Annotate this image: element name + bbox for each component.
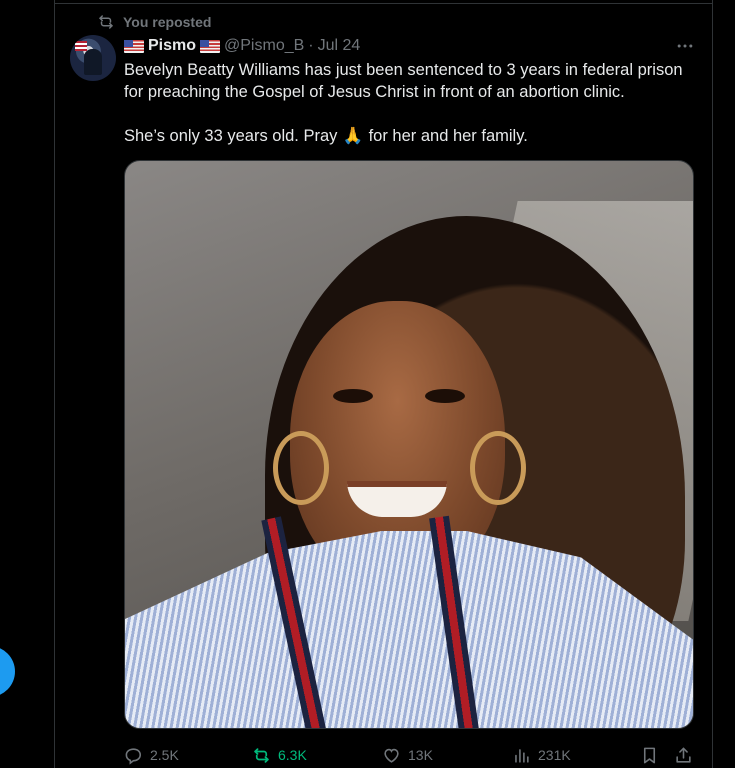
like-icon (384, 748, 399, 763)
like-count: 13K (408, 747, 433, 763)
reply-icon (125, 747, 142, 765)
avatar-flag (75, 41, 87, 51)
photo-earring-left (273, 431, 329, 505)
repost-icon (254, 747, 269, 763)
timeline-right-border (712, 0, 713, 768)
tweet-text: Bevelyn Beatty Williams has just been se… (124, 59, 704, 147)
photo-eye-right (425, 389, 465, 403)
tweet-photo[interactable] (124, 160, 694, 729)
repost-context: You reposted (97, 12, 211, 32)
tweet-paragraph-2-end: for her and her family. (363, 127, 528, 145)
like-button[interactable]: 13K (382, 744, 433, 766)
reply-count: 2.5K (150, 747, 179, 763)
avatar-figure (84, 49, 102, 75)
views-button[interactable]: 231K (512, 744, 571, 766)
more-icon[interactable] (674, 36, 696, 56)
tweet-divider (54, 3, 713, 4)
bookmark-button[interactable] (640, 744, 659, 766)
tweet-paragraph-1: Bevelyn Beatty Williams has just been se… (124, 61, 683, 101)
photo-earring-right (470, 431, 526, 505)
tweet-paragraph-2: She’s only 33 years old. Pray 🙏 for her … (124, 125, 704, 147)
timeline-left-border (54, 0, 55, 768)
tweet-actions: 2.5K 6.3K 13K 231K (124, 744, 696, 766)
author-name[interactable]: Pismo (148, 37, 196, 55)
tweet-header: Pismo @Pismo_B · Jul 24 (124, 36, 360, 56)
repost-icon (99, 15, 113, 29)
flag-us-icon (124, 39, 144, 53)
views-count: 231K (538, 747, 571, 763)
share-button[interactable] (674, 744, 693, 766)
flag-us-icon (200, 39, 221, 53)
photo-eye-left (333, 389, 373, 403)
tweet-paragraph-2-start: She’s only 33 years old. Pray (124, 127, 342, 145)
repost-count: 6.3K (278, 747, 307, 763)
share-icon (676, 747, 691, 763)
views-icon (515, 748, 529, 763)
reply-button[interactable]: 2.5K (124, 744, 179, 766)
repost-label: You reposted (123, 14, 212, 30)
repost-button[interactable]: 6.3K (252, 744, 307, 766)
tweet-date[interactable]: Jul 24 (318, 37, 361, 55)
pray-emoji: 🙏 (342, 127, 364, 145)
author-handle[interactable]: @Pismo_B (224, 37, 304, 55)
bookmark-icon (643, 747, 656, 763)
avatar[interactable] (70, 35, 116, 81)
compose-fab-button[interactable] (0, 646, 15, 697)
separator-dot: · (308, 37, 314, 54)
